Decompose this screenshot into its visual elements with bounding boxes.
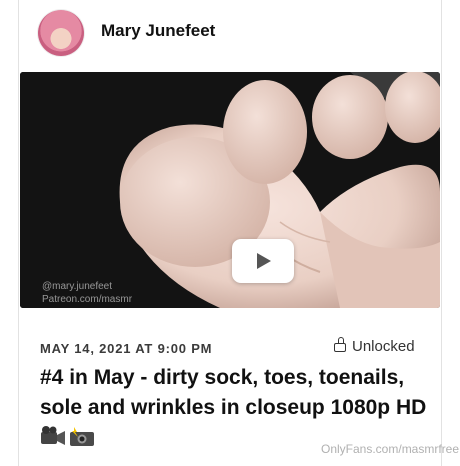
unlocked-status: Unlocked: [334, 337, 415, 355]
video-watermark: @mary.junefeet Patreon.com/masmr: [42, 280, 132, 306]
video-thumbnail[interactable]: [20, 72, 440, 308]
watermark-handle: @mary.junefeet: [42, 281, 112, 292]
open-lock-icon: [334, 337, 346, 352]
post-header: Mary Junefeet: [0, 0, 460, 66]
avatar[interactable]: [38, 10, 84, 56]
status-label: Unlocked: [352, 338, 415, 355]
play-icon: [257, 253, 271, 269]
video-camera-icon: [41, 426, 65, 445]
card-border-right: [441, 0, 442, 466]
author-name[interactable]: Mary Junefeet: [101, 21, 215, 41]
post-title-text: #4 in May - dirty sock, toes, toenails, …: [40, 366, 427, 419]
video-frame-image: [20, 72, 440, 308]
play-button[interactable]: [232, 239, 294, 283]
card-border-left: [18, 0, 19, 466]
site-watermark: OnlyFans.com/masmrfree: [321, 442, 460, 456]
emoji-group: [40, 425, 96, 447]
post-date: MAY 14, 2021 AT 9:00 PM: [40, 341, 213, 356]
post-title: #4 in May - dirty sock, toes, toenails, …: [40, 363, 440, 453]
watermark-patreon: Patreon.com/masmr: [42, 294, 133, 305]
camera-flash-icon: [70, 427, 94, 446]
